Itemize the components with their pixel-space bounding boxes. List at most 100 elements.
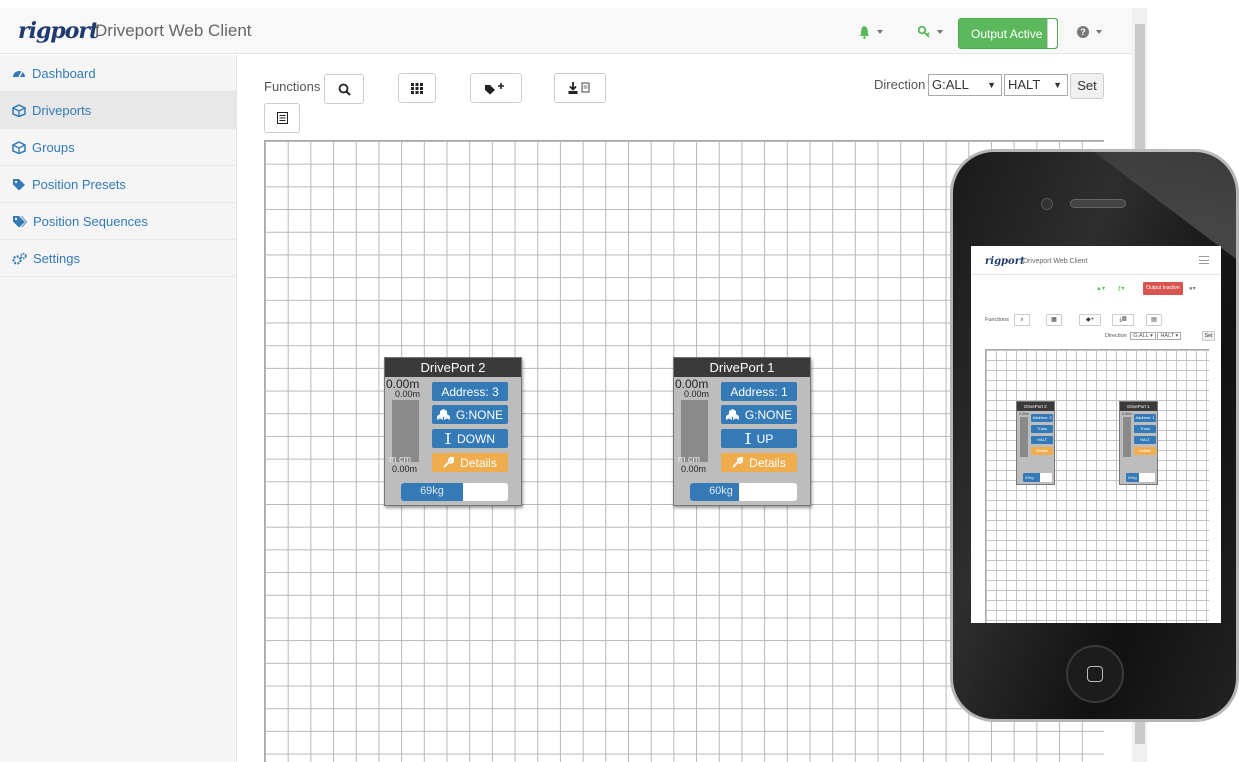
sidebar-item-label: Driveports (32, 102, 92, 118)
mobile-details-button[interactable]: Details (1031, 447, 1053, 455)
weight-bar: 69kg (401, 483, 508, 501)
mobile-position-bar (1123, 417, 1131, 457)
top-navbar: rigport Driveport Web Client Output Acti… (0, 8, 1132, 54)
driveport-title[interactable]: DrivePort 1 (674, 358, 810, 377)
group-button[interactable]: G:NONE (721, 405, 797, 424)
home-button[interactable] (1066, 645, 1124, 703)
mobile-position-bar (1020, 417, 1028, 457)
address-button[interactable]: Address: 1 (721, 382, 797, 401)
mobile-details-button[interactable]: Details (1134, 447, 1156, 455)
mobile-direction-button[interactable]: HALT (1031, 436, 1053, 444)
mobile-functions-label: Functions (985, 317, 1009, 323)
mobile-set-button[interactable]: Set (1202, 331, 1215, 341)
group-select[interactable]: G:ALL ▼ (928, 74, 1002, 96)
bell-icon[interactable] (860, 25, 886, 39)
key-icon[interactable] (918, 25, 946, 39)
details-button[interactable]: Details (432, 453, 508, 472)
details-button[interactable]: Details (721, 453, 797, 472)
weight-label: 69kg (420, 485, 444, 497)
mobile-driveport-title: DrivePort 2 (1017, 402, 1054, 411)
grid-view-button[interactable] (398, 73, 436, 103)
list-view-button[interactable] (264, 103, 300, 133)
units-label: m cm (389, 454, 411, 464)
home-square-icon (1087, 666, 1103, 682)
dashboard-icon (13, 70, 25, 77)
driveport-card[interactable]: DrivePort 2 0.00m 0.00m m cm 0.00m Addre… (384, 357, 522, 506)
help-icon[interactable]: ? (1076, 25, 1106, 39)
driveport-card[interactable]: DrivePort 1 0.00m 0.00m m cm 0.00m Addre… (673, 357, 811, 506)
mobile-key-icon[interactable]: ⚷▾ (1117, 285, 1124, 292)
mobile-driveport-card[interactable]: DrivePort 1 0.00m Address: 1 Truss HALT … (1119, 401, 1158, 485)
group-icon (725, 409, 739, 420)
tag-plus-icon (485, 83, 504, 95)
position-bar[interactable] (681, 400, 708, 462)
mobile-search-icon[interactable]: ⌕ (1014, 314, 1030, 326)
mobile-download-icon[interactable]: ⤓▤ (1112, 314, 1134, 326)
phone-camera (1041, 198, 1053, 210)
wrench-icon (443, 457, 455, 468)
mobile-list-icon[interactable]: ▤ (1146, 314, 1162, 326)
search-button[interactable] (324, 74, 364, 104)
group-label: G:NONE (455, 407, 504, 422)
sidebar-item-position-sequences[interactable]: Position Sequences (0, 203, 236, 240)
sidebar-item-groups[interactable]: Groups (0, 129, 236, 166)
address-button[interactable]: Address: 3 (432, 382, 508, 401)
sidebar-item-dashboard[interactable]: Dashboard (0, 55, 236, 92)
mobile-group-button[interactable]: Truss (1134, 425, 1156, 433)
mobile-group-select[interactable]: G:ALL ▾ (1130, 332, 1156, 340)
sidebar-item-label: Position Sequences (33, 213, 148, 229)
mobile-grid-icon[interactable]: ▦ (1046, 314, 1062, 326)
mobile-weight-label: 69kg (1025, 475, 1034, 480)
position-bottom: 0.00m (392, 464, 418, 474)
direction-button[interactable]: DOWN (432, 429, 508, 448)
rigport-logo[interactable]: rigport (18, 18, 99, 44)
mobile-weight-bar: 60kg (1126, 473, 1155, 482)
position-top: 0.00m (395, 389, 421, 399)
mobile-address-button[interactable]: Address: 3 (1031, 414, 1053, 422)
wrench-icon (732, 457, 744, 468)
caret-down-icon: ▼ (987, 80, 996, 90)
sidebar-item-label: Dashboard (32, 65, 96, 81)
group-icon (436, 409, 450, 420)
position-bar[interactable] (392, 400, 419, 462)
output-toggle-button[interactable]: Output Active (958, 18, 1058, 49)
caret-down-icon: ▼ (1053, 80, 1062, 90)
mobile-direction-row: Direction G:ALL ▾ HALT ▾ (1105, 332, 1182, 340)
import-export-button[interactable] (554, 73, 606, 103)
mobile-output-toggle[interactable]: Output Inactive (1143, 282, 1183, 295)
position-top: 0.00m (684, 389, 710, 399)
hamburger-menu-icon[interactable] (1199, 256, 1209, 264)
mobile-tag-plus-icon[interactable]: ◆+ (1079, 314, 1101, 326)
set-button[interactable]: Set (1070, 73, 1104, 99)
tags-icon (13, 215, 27, 227)
mobile-direction-button[interactable]: HALT (1134, 436, 1156, 444)
mobile-bell-icon[interactable]: ▲▾ (1096, 285, 1105, 292)
mode-select[interactable]: HALT ▼ (1004, 74, 1068, 96)
direction-label: Direction (874, 77, 926, 92)
mobile-grid-canvas[interactable] (985, 349, 1209, 623)
direction-button[interactable]: UP (721, 429, 797, 448)
toggle-knob (1047, 19, 1057, 48)
svg-text:?: ? (1080, 27, 1086, 37)
driveport-title[interactable]: DrivePort 2 (385, 358, 521, 377)
sidebar-item-driveports[interactable]: Driveports (0, 92, 236, 129)
mobile-group-button[interactable]: Truss (1031, 425, 1053, 433)
details-label: Details (749, 455, 786, 470)
sidebar-item-settings[interactable]: Settings (0, 240, 236, 277)
mobile-driveport-card[interactable]: DrivePort 2 0.00m Address: 3 Truss HALT … (1016, 401, 1055, 485)
mobile-direction-label: Direction (1105, 333, 1127, 339)
mobile-address-button[interactable]: Address: 1 (1134, 414, 1156, 422)
weight-bar: 60kg (690, 483, 797, 501)
mobile-navbar-divider (971, 274, 1221, 275)
mobile-weight-bar: 69kg (1023, 473, 1052, 482)
sidebar-item-label: Settings (33, 250, 80, 266)
position-bottom: 0.00m (681, 464, 707, 474)
group-select-value: G:ALL (932, 77, 969, 92)
sidebar-item-position-presets[interactable]: Position Presets (0, 166, 236, 203)
mobile-mode-select[interactable]: HALT ▾ (1157, 332, 1182, 340)
mobile-rigport-logo[interactable]: rigport (985, 256, 1025, 267)
address-label: Address: 3 (441, 384, 499, 399)
group-button[interactable]: G:NONE (432, 405, 508, 424)
add-preset-button[interactable] (470, 73, 522, 103)
mobile-help-icon[interactable]: ●▾ (1189, 285, 1196, 292)
